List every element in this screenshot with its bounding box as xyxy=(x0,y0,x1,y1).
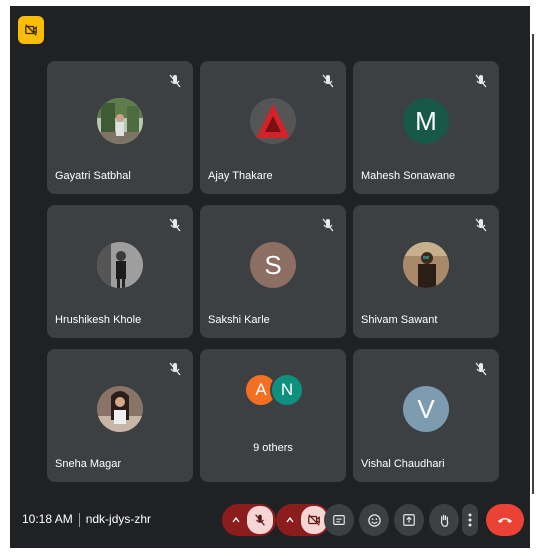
participant-name: Gayatri Satbhal xyxy=(55,170,131,182)
participant-tile[interactable]: Gayatri Satbhal xyxy=(47,61,193,194)
mic-options-button[interactable] xyxy=(225,504,247,536)
avatar: M xyxy=(403,98,449,144)
avatar xyxy=(97,386,143,432)
others-tile[interactable]: A N 9 others xyxy=(200,349,346,482)
meet-window: Gayatri Satbhal Ajay Thakare M Mahesh So… xyxy=(10,6,530,548)
participant-name: Mahesh Sonawane xyxy=(361,170,456,182)
participant-name: Ajay Thakare xyxy=(208,170,273,182)
mic-off-icon xyxy=(475,218,487,232)
participant-tile[interactable]: Sneha Magar xyxy=(47,349,193,482)
others-count: 9 others xyxy=(253,442,293,454)
phone-hangup-icon xyxy=(498,518,512,523)
mic-toggle-button[interactable] xyxy=(247,506,273,534)
microphone-control xyxy=(222,504,276,536)
meeting-info: 10:18 AM ndk-jdys-zhr xyxy=(22,512,151,527)
hand-icon xyxy=(440,514,448,527)
meeting-time: 10:18 AM xyxy=(22,512,73,526)
emoji-icon xyxy=(367,513,381,527)
mic-off-icon xyxy=(322,218,334,232)
camera-off-icon xyxy=(25,24,37,36)
emoji-button[interactable] xyxy=(359,504,389,536)
camera-off-badge[interactable] xyxy=(18,16,44,44)
avatar xyxy=(403,242,449,288)
participant-tile[interactable]: Shivam Sawant xyxy=(353,205,499,338)
chevron-up-icon xyxy=(286,517,294,523)
bottom-bar: 10:18 AM ndk-jdys-zhr xyxy=(10,496,530,548)
participant-tile[interactable]: S Sakshi Karle xyxy=(200,205,346,338)
side-panel-edge xyxy=(530,6,540,548)
participant-name: Shivam Sawant xyxy=(361,314,438,326)
avatar: S xyxy=(250,242,296,288)
chevron-up-icon xyxy=(232,517,240,523)
captions-icon xyxy=(333,515,345,525)
more-vert-icon xyxy=(468,513,472,527)
divider xyxy=(532,34,534,494)
participant-tile[interactable]: M Mahesh Sonawane xyxy=(353,61,499,194)
participant-name: Vishal Chaudhari xyxy=(361,458,445,470)
end-call-button[interactable] xyxy=(486,504,524,536)
participant-name: Sakshi Karle xyxy=(208,314,270,326)
raise-hand-button[interactable] xyxy=(429,504,459,536)
participant-tile[interactable]: V Vishal Chaudhari xyxy=(353,349,499,482)
captions-button[interactable] xyxy=(324,504,354,536)
avatar: V xyxy=(403,386,449,432)
present-icon xyxy=(403,514,415,526)
participant-tile[interactable]: Ajay Thakare xyxy=(200,61,346,194)
more-options-button[interactable] xyxy=(462,504,478,536)
present-button[interactable] xyxy=(394,504,424,536)
mic-off-icon xyxy=(169,218,181,232)
others-avatars: A N xyxy=(244,373,314,417)
avatar xyxy=(97,98,143,144)
participant-tile[interactable]: Hrushikesh Khole xyxy=(47,205,193,338)
participant-name: Sneha Magar xyxy=(55,458,122,470)
camera-control xyxy=(276,504,330,536)
mic-off-icon xyxy=(169,362,181,376)
avatar: N xyxy=(270,373,304,407)
camera-options-button[interactable] xyxy=(279,504,301,536)
mic-off-icon xyxy=(475,362,487,376)
avatar xyxy=(97,242,143,288)
avatar xyxy=(250,98,296,144)
camera-off-icon xyxy=(308,514,320,526)
meeting-code: ndk-jdys-zhr xyxy=(85,512,152,526)
participant-name: Hrushikesh Khole xyxy=(55,314,142,326)
mic-off-icon xyxy=(169,74,181,88)
mic-off-icon xyxy=(475,74,487,88)
mic-off-icon xyxy=(322,74,334,88)
mic-off-icon xyxy=(255,514,265,526)
divider xyxy=(78,512,80,527)
